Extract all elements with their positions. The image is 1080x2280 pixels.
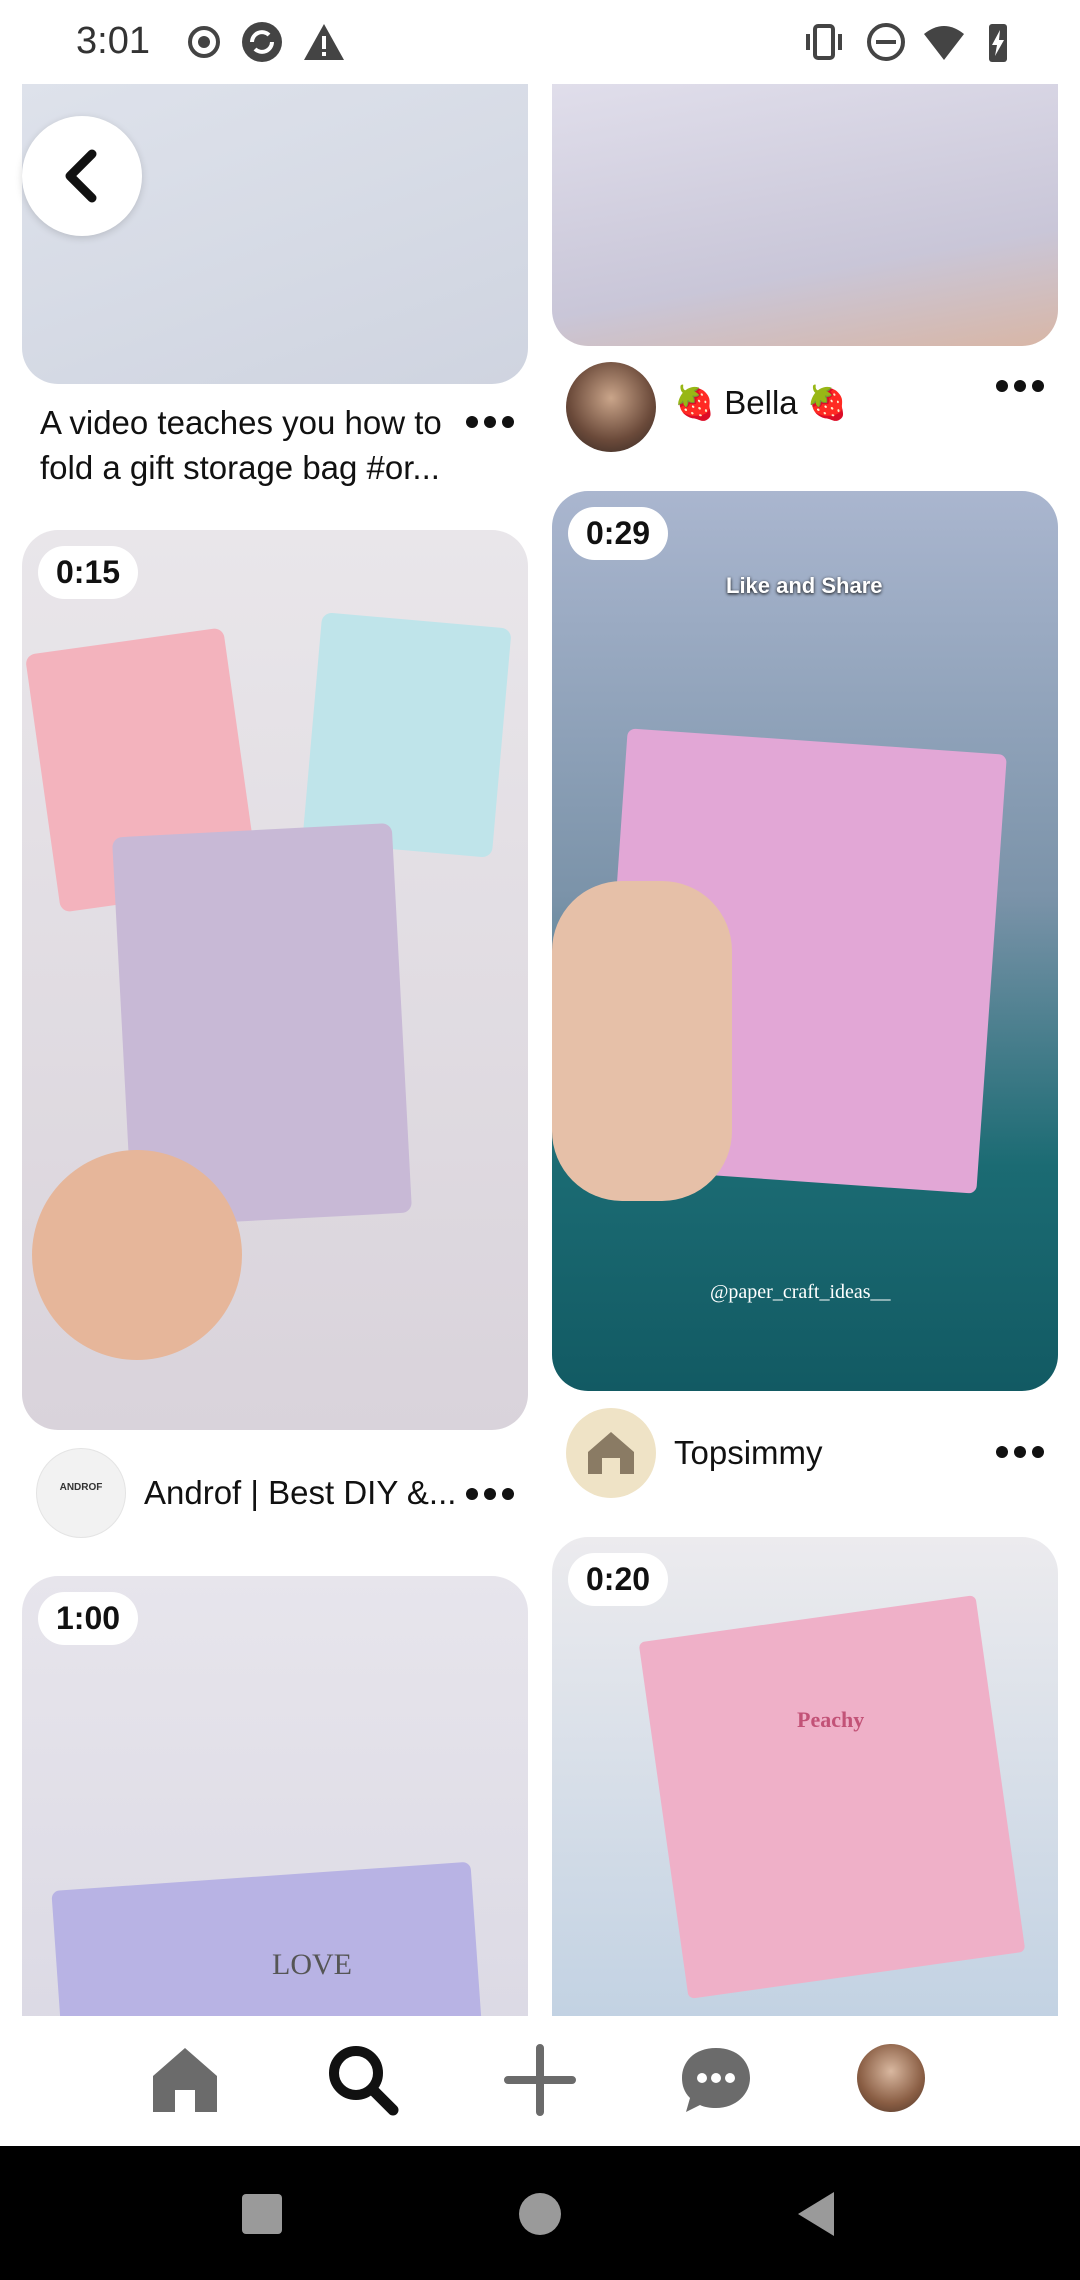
duration-badge: 1:00 bbox=[38, 1592, 139, 1645]
house-icon bbox=[588, 1432, 634, 1474]
creator-avatar[interactable] bbox=[566, 1408, 656, 1498]
status-bar: 3:01 bbox=[0, 0, 1080, 84]
plus-icon[interactable] bbox=[500, 2040, 580, 2120]
chat-icon[interactable] bbox=[676, 2040, 756, 2120]
back-nav-button[interactable] bbox=[790, 2186, 846, 2242]
creator-name[interactable]: Topsimmy bbox=[674, 1434, 823, 1472]
record-icon bbox=[188, 26, 220, 58]
notebook-decoration bbox=[51, 1861, 493, 2016]
vibrate-icon bbox=[806, 24, 842, 60]
duration-badge: 0:29 bbox=[568, 507, 669, 560]
recents-button[interactable] bbox=[234, 2186, 290, 2242]
overlay-text: LOVE bbox=[272, 1948, 352, 1981]
duration-badge: 0:20 bbox=[568, 1553, 669, 1606]
creator-row[interactable]: ANDROF Androf | Best DIY &... bbox=[36, 1448, 476, 1538]
battery-charging-icon bbox=[989, 24, 1007, 62]
bottom-nav bbox=[0, 2016, 1080, 2146]
creator-avatar[interactable]: ANDROF bbox=[36, 1448, 126, 1538]
more-options-icon[interactable] bbox=[990, 1432, 1050, 1472]
overlay-text: Like and Share bbox=[726, 573, 883, 598]
blue-card-decoration bbox=[302, 612, 512, 858]
pin-image-top-right[interactable] bbox=[552, 84, 1058, 346]
pin-title[interactable]: A video teaches you how to fold a gift s… bbox=[40, 400, 460, 490]
more-options-icon[interactable] bbox=[460, 1474, 520, 1514]
creator-row[interactable]: 🍓 Bella 🍓 bbox=[566, 362, 986, 452]
duration-badge: 0:15 bbox=[38, 546, 139, 599]
creator-name[interactable]: 🍓 Bella 🍓 bbox=[674, 384, 848, 423]
pin-image-envelope[interactable]: Peachy 0:20 bbox=[552, 1537, 1058, 2016]
creator-name[interactable]: Androf | Best DIY &... bbox=[144, 1474, 456, 1512]
warning-icon bbox=[304, 24, 344, 60]
home-button[interactable] bbox=[512, 2186, 568, 2242]
status-time: 3:01 bbox=[76, 20, 150, 62]
profile-avatar[interactable] bbox=[857, 2044, 925, 2112]
more-options-icon[interactable] bbox=[460, 402, 520, 442]
hand-decoration bbox=[32, 1150, 242, 1360]
search-icon[interactable] bbox=[323, 2040, 403, 2120]
pin-image-notebook[interactable]: LOVE 1:00 bbox=[22, 1576, 528, 2016]
pin-feed[interactable]: A video teaches you how to fold a gift s… bbox=[0, 84, 1080, 2016]
creator-avatar[interactable] bbox=[566, 362, 656, 452]
sync-icon bbox=[242, 22, 282, 62]
wifi-icon bbox=[924, 26, 964, 60]
hand-decoration bbox=[552, 881, 732, 1201]
watermark-text: @paper_craft_ideas__ bbox=[710, 1281, 891, 1303]
system-nav-bar bbox=[0, 2146, 1080, 2280]
creator-avatar-logo: ANDROF bbox=[59, 1482, 103, 1493]
do-not-disturb-icon bbox=[867, 23, 905, 61]
pin-image-bow-card[interactable]: 0:15 bbox=[22, 530, 528, 1430]
back-button[interactable] bbox=[22, 116, 142, 236]
overlay-text: Peachy bbox=[797, 1707, 865, 1732]
envelope-decoration bbox=[638, 1595, 1026, 1999]
home-icon[interactable] bbox=[145, 2040, 225, 2120]
creator-row[interactable]: Topsimmy bbox=[566, 1408, 986, 1498]
chevron-left-icon bbox=[65, 149, 97, 203]
pin-image-drawer-box[interactable]: Like and Share @paper_craft_ideas__ 0:29 bbox=[552, 491, 1058, 1391]
more-options-icon[interactable] bbox=[990, 366, 1050, 406]
